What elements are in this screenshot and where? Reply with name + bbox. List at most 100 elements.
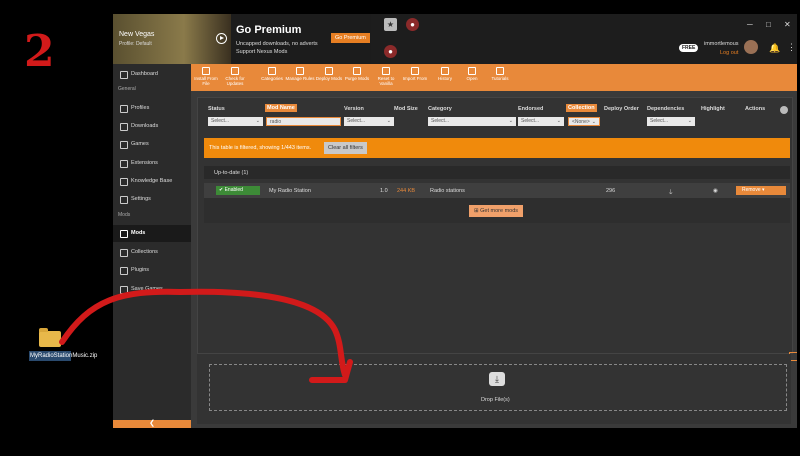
- profile-label: Profile: Default: [119, 41, 152, 47]
- sidebar-item-knowledge-base[interactable]: Knowledge Base: [113, 173, 191, 190]
- bell-icon[interactable]: 🔔: [769, 43, 780, 54]
- desktop-zip-file[interactable]: MyRadioStationMusic.zip: [29, 328, 98, 361]
- column-settings-icon[interactable]: [780, 106, 788, 114]
- column-header-highlight[interactable]: Highlight: [701, 106, 725, 112]
- chevron-down-icon: ⌄: [591, 119, 596, 125]
- chevron-down-icon: ⌄: [386, 118, 391, 124]
- folder-icon: [468, 67, 476, 75]
- desktop-file-name: MyRadioStationMusic.zip: [29, 351, 98, 361]
- collections-icon: [120, 249, 128, 257]
- manage-rules-button[interactable]: Manage Rules: [285, 67, 315, 81]
- dependencies-filter[interactable]: Select... ⌄: [647, 117, 695, 126]
- collection-filter[interactable]: <None> ⌄: [568, 117, 600, 126]
- chevron-down-icon: ⌄: [255, 118, 260, 124]
- profiles-icon: [120, 105, 128, 113]
- column-header-mod-size[interactable]: Mod Size: [394, 106, 418, 112]
- filter-banner-text: This table is filtered, showing 1/443 it…: [209, 145, 312, 151]
- sidebar-section-mods: Mods: [118, 212, 131, 218]
- import-button[interactable]: Import From: [400, 67, 430, 81]
- size-cell: 244 KB: [397, 188, 416, 194]
- drop-zone[interactable]: ⤓ Drop File(s): [209, 364, 787, 411]
- column-header-deploy-order[interactable]: Deploy Order: [604, 106, 639, 112]
- get-more-mods-button[interactable]: ⊞ Get more mods: [469, 205, 524, 217]
- downloads-icon: [120, 123, 128, 131]
- username: immortlemous: [704, 41, 739, 47]
- endorsed-filter[interactable]: Select... ⌄: [518, 117, 564, 126]
- sidebar-item-games[interactable]: Games: [113, 136, 191, 153]
- refresh-icon: [231, 67, 239, 75]
- sidebar-item-dashboard[interactable]: Dashboard: [113, 66, 191, 83]
- sidebar-item-profiles[interactable]: Profiles: [113, 100, 191, 117]
- version-filter[interactable]: Select... ⌄: [344, 117, 394, 126]
- category-filter[interactable]: Select... ⌄: [428, 117, 516, 126]
- video-icon: [496, 67, 504, 75]
- sidebar-item-mods[interactable]: Mods: [113, 225, 191, 242]
- highlight-icon[interactable]: ◉: [713, 188, 718, 194]
- chevron-down-icon: ⌄: [556, 118, 561, 124]
- sidebar-item-downloads[interactable]: Downloads: [113, 118, 191, 135]
- plugins-icon: [120, 267, 128, 275]
- save-games-icon: [120, 286, 128, 294]
- minimize-icon[interactable]: ─: [747, 20, 753, 29]
- categories-button[interactable]: Categories: [257, 67, 287, 81]
- play-icon[interactable]: [216, 33, 227, 44]
- open-button[interactable]: Open: [457, 67, 487, 81]
- games-icon: [120, 141, 128, 149]
- check-updates-button[interactable]: Check for Updates: [220, 67, 250, 86]
- status-filter[interactable]: Select... ⌄: [208, 117, 263, 126]
- table-row[interactable]: ✔ Enabled My Radio Station 1.0 244 KB Ra…: [204, 183, 790, 198]
- sidebar-item-plugins[interactable]: Plugins: [113, 262, 191, 279]
- download-icon: ⤓: [489, 372, 505, 386]
- tutorials-button[interactable]: Tutorials: [485, 67, 515, 81]
- chevron-down-icon: ⌄: [508, 118, 513, 124]
- game-banner[interactable]: New Vegas Profile: Default: [113, 14, 231, 64]
- filter-banner: This table is filtered, showing 1/443 it…: [204, 138, 790, 158]
- column-header-category[interactable]: Category: [428, 106, 452, 112]
- deploy-mods-button[interactable]: Deploy Mods: [314, 67, 344, 81]
- zip-folder-icon: [39, 328, 61, 347]
- column-header-mod-name[interactable]: Mod Name: [265, 104, 297, 112]
- group-label: Up-to-date (1): [214, 170, 249, 176]
- column-header-collection[interactable]: Collection: [566, 104, 597, 112]
- maximize-icon[interactable]: □: [766, 20, 771, 29]
- game-name: New Vegas: [119, 31, 155, 38]
- sidebar-item-save-games[interactable]: Save Games: [113, 281, 191, 298]
- remove-button[interactable]: Remove ▾: [736, 186, 786, 195]
- sidebar-collapse-button[interactable]: ❮: [113, 420, 191, 428]
- header-bar: New Vegas Profile: Default Go Premium Un…: [113, 14, 797, 64]
- reset-vanilla-button[interactable]: Reset to Vanilla: [371, 67, 401, 86]
- group-header[interactable]: Up-to-date (1): [204, 166, 790, 179]
- go-premium-button[interactable]: Go Premium: [331, 33, 370, 43]
- logout-link[interactable]: Log out: [720, 50, 738, 56]
- premium-line: Uncapped downloads, no adverts: [236, 41, 318, 47]
- category-cell: Radio stations: [430, 188, 465, 194]
- toolbar: Install From File Check for Updates Cate…: [191, 64, 797, 91]
- reset-icon: [382, 67, 390, 75]
- install-from-file-button[interactable]: Install From File: [191, 67, 221, 86]
- clear-filters-button[interactable]: Clear all filters: [324, 142, 367, 154]
- avatar[interactable]: [744, 40, 758, 54]
- extensions-icon: [120, 160, 128, 168]
- sidebar-item-extensions[interactable]: Extensions: [113, 155, 191, 172]
- column-header-status[interactable]: Status: [208, 106, 225, 112]
- sidebar: Dashboard General Profiles Downloads Gam…: [113, 64, 191, 420]
- close-icon[interactable]: ✕: [784, 20, 791, 29]
- profile-badge-icon[interactable]: ●: [384, 45, 397, 58]
- purge-mods-button[interactable]: Purge Mods: [342, 67, 372, 81]
- column-header-version[interactable]: Version: [344, 106, 364, 112]
- install-icon: [202, 67, 210, 75]
- categories-icon: [268, 67, 276, 75]
- sidebar-item-settings[interactable]: Settings: [113, 191, 191, 208]
- dependencies-icon[interactable]: ⏚: [668, 188, 674, 196]
- mod-name-cell: My Radio Station: [269, 188, 311, 194]
- column-header-dependencies[interactable]: Dependencies: [647, 106, 684, 112]
- sidebar-item-collections[interactable]: Collections: [113, 244, 191, 261]
- history-button[interactable]: History: [430, 67, 460, 81]
- star-icon[interactable]: ★: [384, 18, 397, 31]
- enabled-toggle[interactable]: ✔ Enabled: [216, 186, 260, 195]
- settings-badge-icon[interactable]: ●: [406, 18, 419, 31]
- more-menu-icon[interactable]: ⋮: [787, 42, 796, 53]
- column-header-endorsed[interactable]: Endorsed: [518, 106, 543, 112]
- mod-name-filter[interactable]: radio: [266, 117, 341, 126]
- free-badge: FREE: [679, 44, 699, 52]
